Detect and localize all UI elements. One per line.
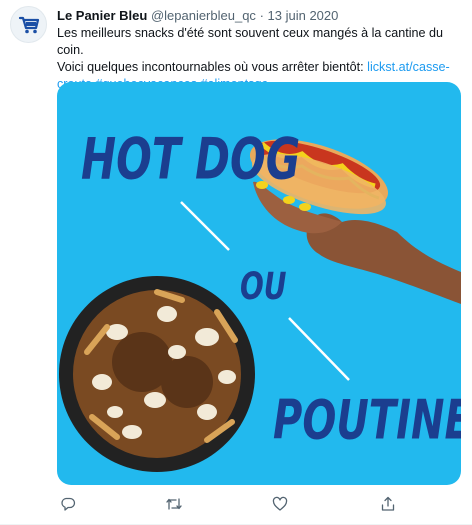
headline-poutine: POUTINE — [273, 390, 461, 453]
headline-ou: OU — [240, 264, 287, 309]
retweet-button[interactable] — [163, 494, 185, 514]
display-name[interactable]: Le Panier Bleu — [57, 8, 147, 23]
retweet-icon — [166, 498, 182, 510]
divider-line-top — [180, 201, 230, 251]
like-button[interactable] — [269, 494, 291, 514]
reply-icon — [61, 497, 76, 511]
share-button[interactable] — [377, 494, 399, 514]
avatar[interactable] — [10, 6, 47, 43]
reply-button[interactable] — [57, 494, 79, 514]
tweet-media-image[interactable]: HOT DOG OU POUTINE — [57, 82, 461, 485]
tweet: Le Panier Bleu @lepanierbleu_qc · 13 jui… — [0, 0, 472, 525]
poutine-illustration — [59, 276, 255, 472]
tweet-header: Le Panier Bleu @lepanierbleu_qc · 13 jui… — [57, 8, 338, 24]
share-icon — [381, 496, 395, 511]
divider-line-bottom — [288, 317, 350, 381]
tweet-actions — [57, 494, 417, 514]
like-icon — [272, 496, 288, 511]
user-handle[interactable]: @lepanierbleu_qc — [151, 8, 256, 23]
tweet-text-line2: Voici quelques incontournables où vous a… — [57, 60, 368, 74]
headline-hot-dog: HOT DOG — [81, 126, 301, 193]
separator-dot: · — [259, 8, 264, 23]
shopping-cart-logo-icon — [18, 16, 39, 33]
tweet-text-line1: Les meilleurs snacks d'été sont souvent … — [57, 26, 444, 57]
tweet-date[interactable]: 13 juin 2020 — [268, 8, 339, 23]
